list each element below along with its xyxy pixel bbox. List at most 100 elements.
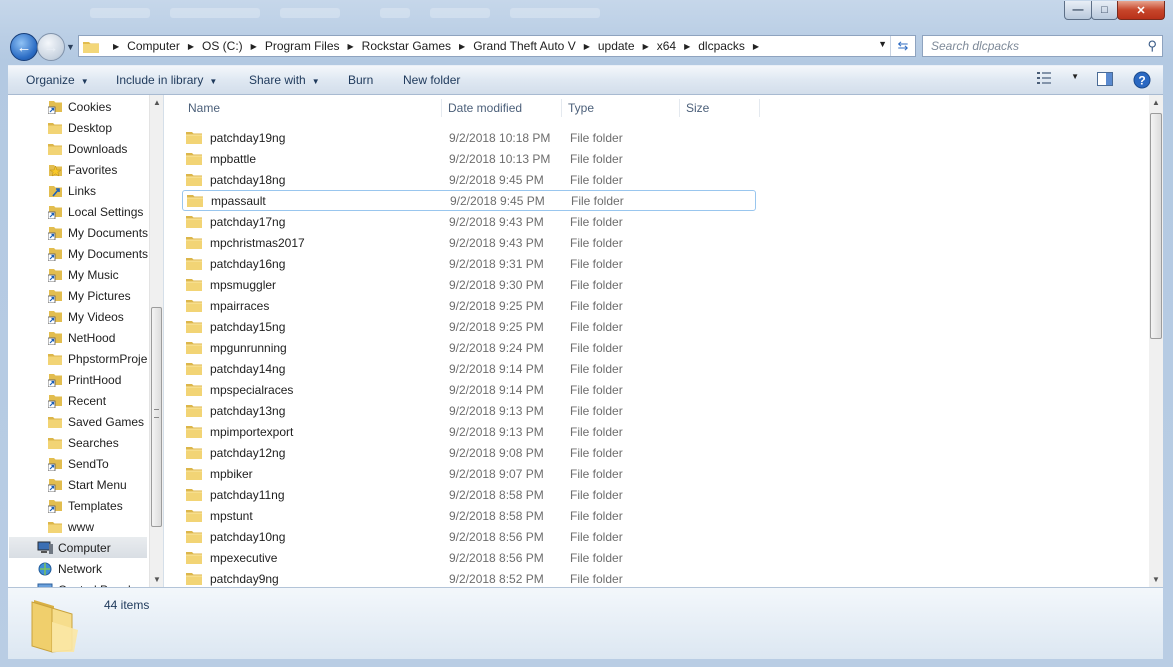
nav-scrollbar[interactable]: ▲ ▼ <box>149 95 163 587</box>
nav-item-local-settings[interactable]: Local Settings <box>47 201 143 222</box>
nav-item-nethood[interactable]: NetHood <box>47 327 115 348</box>
include-in-library-button[interactable]: Include in library ▼ <box>116 73 217 87</box>
breadcrumb-x64[interactable]: x64 <box>657 39 676 53</box>
nav-item-label: PhpstormProje <box>68 351 148 366</box>
view-options-dropdown[interactable]: ▼ <box>1071 72 1079 81</box>
breadcrumb-dlcpacks[interactable]: dlcpacks <box>698 39 745 53</box>
file-row[interactable]: mpbattle 9/2/2018 10:13 PM File folder <box>182 148 756 169</box>
nav-item-sendto[interactable]: SendTo <box>47 453 109 474</box>
breadcrumb-gta-v[interactable]: Grand Theft Auto V <box>473 39 576 53</box>
refresh-button[interactable]: ⇆ <box>890 36 915 56</box>
file-row[interactable]: mpexecutive 9/2/2018 8:56 PM File folder <box>182 547 756 568</box>
chevron-right-icon[interactable]: ▶ <box>251 42 257 51</box>
file-row[interactable]: patchday16ng 9/2/2018 9:31 PM File folder <box>182 253 756 274</box>
chevron-right-icon[interactable]: ▶ <box>459 42 465 51</box>
nav-item-searches[interactable]: Searches <box>47 432 119 453</box>
file-row[interactable]: mpchristmas2017 9/2/2018 9:43 PM File fold… <box>182 232 756 253</box>
help-button[interactable]: ? <box>1133 71 1151 92</box>
file-row[interactable]: patchday15ng 9/2/2018 9:25 PM File folder <box>182 316 756 337</box>
nav-item-label: My Documents <box>68 225 149 240</box>
minimize-button[interactable]: — <box>1064 1 1092 20</box>
scroll-down-icon[interactable]: ▼ <box>153 575 161 584</box>
scroll-up-icon[interactable]: ▲ <box>153 98 161 107</box>
chevron-right-icon[interactable]: ▶ <box>684 42 690 51</box>
file-row[interactable]: patchday9ng 9/2/2018 8:52 PM File folder <box>182 568 756 587</box>
file-row[interactable]: mpimportexport 9/2/2018 9:13 PM File folde… <box>182 421 756 442</box>
breadcrumb-rockstar-games[interactable]: Rockstar Games <box>362 39 451 53</box>
file-row[interactable]: patchday11ng 9/2/2018 8:58 PM File folder <box>182 484 756 505</box>
back-button[interactable]: ← <box>10 33 38 61</box>
chevron-right-icon[interactable]: ▶ <box>643 42 649 51</box>
folder-icon <box>183 194 211 207</box>
column-header-type[interactable]: Type <box>562 99 680 117</box>
file-list-scrollbar[interactable]: ▲ ▼ <box>1149 95 1163 587</box>
search-input[interactable]: Search dlcpacks ⚲ <box>922 35 1163 57</box>
file-row[interactable]: mpbiker 9/2/2018 9:07 PM File folder <box>182 463 756 484</box>
nav-item-www[interactable]: www <box>47 516 94 537</box>
file-row[interactable]: patchday13ng 9/2/2018 9:13 PM File folder <box>182 400 756 421</box>
nav-item-cookies[interactable]: Cookies <box>47 96 111 117</box>
nav-item-my-documents[interactable]: My Documents <box>47 243 148 264</box>
nav-item-my-pictures[interactable]: My Pictures <box>47 285 131 306</box>
breadcrumb-program-files[interactable]: Program Files <box>265 39 340 53</box>
nav-scrollbar-thumb[interactable] <box>151 307 162 527</box>
file-row[interactable]: mpairraces 9/2/2018 9:25 PM File folder <box>182 295 756 316</box>
new-folder-button[interactable]: New folder <box>403 73 460 87</box>
preview-pane-button[interactable] <box>1097 72 1113 89</box>
nav-item-my-videos[interactable]: My Videos <box>47 306 124 327</box>
file-list-scrollbar-thumb[interactable] <box>1150 113 1162 339</box>
column-header-name[interactable]: Name <box>182 99 442 117</box>
nav-item-desktop[interactable]: Desktop <box>47 117 112 138</box>
nav-item-computer[interactable]: Computer <box>9 537 147 558</box>
file-row[interactable]: mpspecialraces 9/2/2018 9:14 PM File folde… <box>182 379 756 400</box>
file-row[interactable]: patchday10ng 9/2/2018 8:56 PM File folder <box>182 526 756 547</box>
chevron-right-icon[interactable]: ▶ <box>753 42 759 51</box>
close-button[interactable]: ✕ <box>1117 1 1165 20</box>
scroll-up-icon[interactable]: ▲ <box>1152 98 1160 107</box>
nav-item-label: PrintHood <box>68 372 122 387</box>
column-header-size[interactable]: Size <box>680 99 760 117</box>
change-view-button[interactable] <box>1037 72 1053 87</box>
nav-item-my-documents[interactable]: My Documents <box>47 222 148 243</box>
file-row[interactable]: patchday18ng 9/2/2018 9:45 PM File folder <box>182 169 756 190</box>
address-history-dropdown[interactable]: ▼ <box>878 39 887 49</box>
nav-item-links[interactable]: Links <box>47 180 96 201</box>
nav-item-phpstormproje[interactable]: PhpstormProje <box>47 348 147 369</box>
forward-button[interactable]: → <box>37 33 65 61</box>
column-header-date-modified[interactable]: Date modified <box>442 99 562 117</box>
recent-pages-dropdown[interactable]: ▼ <box>66 42 75 52</box>
nav-item-control-panel[interactable]: Control Panel <box>37 579 131 587</box>
file-row[interactable]: mpstunt 9/2/2018 8:58 PM File folder <box>182 505 756 526</box>
chevron-right-icon[interactable]: ▶ <box>348 42 354 51</box>
chevron-right-icon[interactable]: ▶ <box>584 42 590 51</box>
share-with-button[interactable]: Share with ▼ <box>249 73 320 87</box>
nav-item-recent[interactable]: Recent <box>47 390 106 411</box>
nav-item-label: Saved Games <box>68 414 145 429</box>
nav-item-saved-games[interactable]: Saved Games <box>47 411 144 432</box>
burn-button[interactable]: Burn <box>348 73 373 87</box>
file-row[interactable]: mpsmuggler 9/2/2018 9:30 PM File folder <box>182 274 756 295</box>
file-row[interactable]: patchday14ng 9/2/2018 9:14 PM File folder <box>182 358 756 379</box>
address-bar[interactable]: ▶ Computer ▶ OS (C:) ▶ Program Files ▶ R… <box>78 35 916 57</box>
nav-item-start-menu[interactable]: Start Menu <box>47 474 127 495</box>
chevron-right-icon[interactable]: ▶ <box>113 42 119 51</box>
file-row[interactable]: patchday12ng 9/2/2018 9:08 PM File folder <box>182 442 756 463</box>
file-row[interactable]: patchday19ng 9/2/2018 10:18 PM File folder <box>182 127 756 148</box>
nav-item-favorites[interactable]: Favorites <box>47 159 117 180</box>
organize-button[interactable]: Organize ▼ <box>26 73 89 87</box>
breadcrumb-os-c[interactable]: OS (C:) <box>202 39 243 53</box>
large-folder-icon <box>31 600 78 653</box>
scroll-down-icon[interactable]: ▼ <box>1152 575 1160 584</box>
nav-item-my-music[interactable]: My Music <box>47 264 119 285</box>
nav-item-templates[interactable]: Templates <box>47 495 123 516</box>
maximize-button[interactable]: □ <box>1091 1 1118 20</box>
breadcrumb-computer[interactable]: Computer <box>127 39 180 53</box>
breadcrumb-update[interactable]: update <box>598 39 635 53</box>
nav-item-downloads[interactable]: Downloads <box>47 138 127 159</box>
nav-item-printhood[interactable]: PrintHood <box>47 369 121 390</box>
file-row[interactable]: mpgunrunning 9/2/2018 9:24 PM File folder <box>182 337 756 358</box>
chevron-right-icon[interactable]: ▶ <box>188 42 194 51</box>
nav-item-network[interactable]: Network <box>37 558 102 579</box>
file-row[interactable]: mpassault 9/2/2018 9:45 PM File folder <box>182 190 756 211</box>
file-row[interactable]: patchday17ng 9/2/2018 9:43 PM File folder <box>182 211 756 232</box>
